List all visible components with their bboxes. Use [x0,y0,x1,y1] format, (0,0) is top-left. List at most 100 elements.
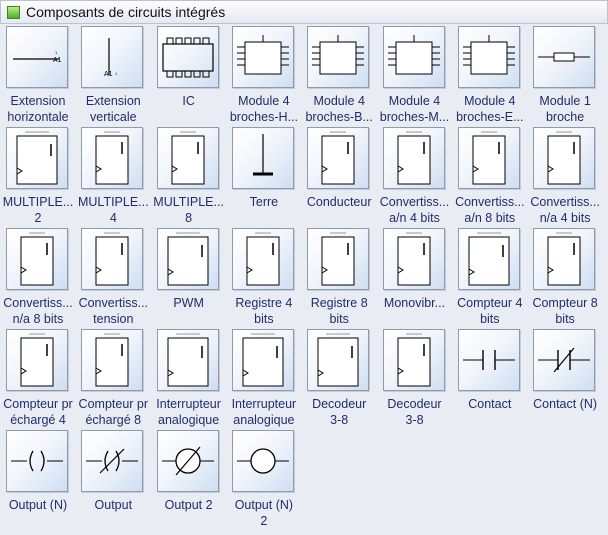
shape-item[interactable]: Module 4 broches-E... [452,26,527,126]
shape-thumbnail[interactable] [457,329,520,391]
shape-label: Convertiss... n/a 4 bits [530,195,600,225]
shape-thumbnail[interactable] [307,127,370,189]
shape-thumbnail[interactable] [156,26,219,88]
shape-thumbnail[interactable] [533,228,596,290]
shape-item[interactable]: Decodeur 3-8 [301,329,376,429]
shape-item[interactable]: Output 2 [151,430,226,530]
shape-item[interactable]: Convertiss... n/a 8 bits [0,228,75,328]
shape-item[interactable]: MULTIPLE... 4 [75,127,150,227]
shape-label: Module 4 broches-B... [305,94,373,124]
shape-item[interactable]: Monovibr... [377,228,452,328]
shape-item[interactable]: Convertiss... a/n 8 bits [452,127,527,227]
shape-thumbnail[interactable]: A1 1 [6,26,68,88]
chipwide-icon [317,333,359,387]
shape-item[interactable]: Module 1 broche [527,26,602,126]
shape-item[interactable]: Interrupteur analogique [226,329,301,429]
chip-icon [171,131,205,185]
shape-item[interactable]: Output [75,430,150,530]
shape-item[interactable]: Convertiss... n/a 4 bits [527,127,602,227]
shape-thumbnail[interactable] [6,228,68,290]
shape-item[interactable]: A1 1 Extension horizontale [0,26,75,126]
shape-item[interactable]: IC [151,26,226,126]
shape-item[interactable]: Contact [452,329,527,429]
shape-label: Module 4 broches-H... [229,94,298,124]
shape-item[interactable]: Compteur pr échargé 4 [0,329,75,429]
shape-item[interactable]: Decodeur 3-8 [377,329,452,429]
shape-item[interactable]: Compteur 4 bits [452,228,527,328]
shape-item[interactable]: Output (N) [0,430,75,530]
output-icon [86,448,139,474]
shape-thumbnail[interactable]: A1 1 [81,26,144,88]
shape-item[interactable]: Compteur 8 bits [527,228,602,328]
shape-label: Output 2 [164,498,213,512]
shape-thumbnail[interactable] [382,329,445,391]
shape-item[interactable]: Convertiss... a/n 4 bits [377,127,452,227]
chip-icon [321,232,355,286]
shape-thumbnail[interactable] [533,329,596,391]
shape-thumbnail[interactable] [382,228,445,290]
panel-title: Composants de circuits intégrés [26,4,226,20]
shape-item[interactable]: Module 4 broches-B... [301,26,376,126]
shape-item[interactable]: Convertiss... tension [75,228,150,328]
shape-thumbnail[interactable] [156,228,219,290]
shape-label: Convertiss... tension [78,296,149,326]
shape-item[interactable]: A1 1 Extension verticale [75,26,150,126]
shape-item[interactable]: Conducteur [301,127,376,227]
shape-thumbnail[interactable] [307,329,370,391]
shape-label: Terre [249,195,279,209]
shape-thumbnail[interactable] [156,127,219,189]
shape-thumbnail[interactable] [6,430,68,492]
shape-label: Contact (N) [533,397,598,411]
shape-thumbnail[interactable] [231,228,294,290]
shape-thumbnail[interactable] [6,127,68,189]
chip-icon [20,333,54,387]
shape-label: Compteur 4 bits [457,296,523,326]
shape-label: Module 4 broches-E... [456,94,524,124]
shape-thumbnail[interactable] [231,430,294,492]
panel-header[interactable]: Composants de circuits intégrés [0,0,608,24]
chip-icon [472,131,506,185]
shape-item[interactable]: Module 4 broches-H... [226,26,301,126]
shape-label: Module 1 broche [539,94,591,124]
shape-thumbnail[interactable] [231,329,294,391]
shape-label: Convertiss... a/n 8 bits [455,195,525,225]
shape-label: Decodeur 3-8 [387,397,442,427]
shape-thumbnail[interactable] [533,127,596,189]
shape-item[interactable]: Module 4 broches-M... [377,26,452,126]
shape-label: MULTIPLE... 2 [2,195,74,225]
shape-label: Contact [468,397,512,411]
shape-thumbnail[interactable] [382,26,445,88]
shape-thumbnail[interactable] [382,127,445,189]
shape-item[interactable]: MULTIPLE... 2 [0,127,75,227]
shape-item[interactable]: PWM [151,228,226,328]
shape-label: Output (N) 2 [234,498,294,528]
shape-thumbnail[interactable] [231,26,294,88]
shape-thumbnail[interactable] [81,430,144,492]
shape-item[interactable]: Contact (N) [527,329,602,429]
shape-thumbnail[interactable] [457,228,520,290]
shape-thumbnail[interactable] [156,430,219,492]
shape-item[interactable]: Terre [226,127,301,227]
shape-thumbnail[interactable] [307,26,370,88]
shape-item[interactable]: Output (N) 2 [226,430,301,530]
shape-label: MULTIPLE... 4 [77,195,149,225]
chipwide-icon [468,232,510,286]
shape-thumbnail[interactable] [81,329,144,391]
shape-item[interactable]: Interrupteur analogique [151,329,226,429]
shape-thumbnail[interactable] [6,329,68,391]
shape-item[interactable]: Registre 8 bits [301,228,376,328]
shape-thumbnail[interactable] [156,329,219,391]
shape-label: Compteur pr échargé 4 [3,397,73,427]
shape-thumbnail[interactable] [533,26,596,88]
shape-thumbnail[interactable] [457,26,520,88]
shape-thumbnail[interactable] [307,228,370,290]
shape-thumbnail[interactable] [81,228,144,290]
shape-item[interactable]: Compteur pr échargé 8 [75,329,150,429]
shape-thumbnail[interactable] [231,127,294,189]
shape-thumbnail[interactable] [81,127,144,189]
shape-thumbnail[interactable] [457,127,520,189]
svg-text:A1: A1 [104,71,113,78]
module1-icon [538,52,591,62]
shape-item[interactable]: Registre 4 bits [226,228,301,328]
shape-item[interactable]: MULTIPLE... 8 [151,127,226,227]
